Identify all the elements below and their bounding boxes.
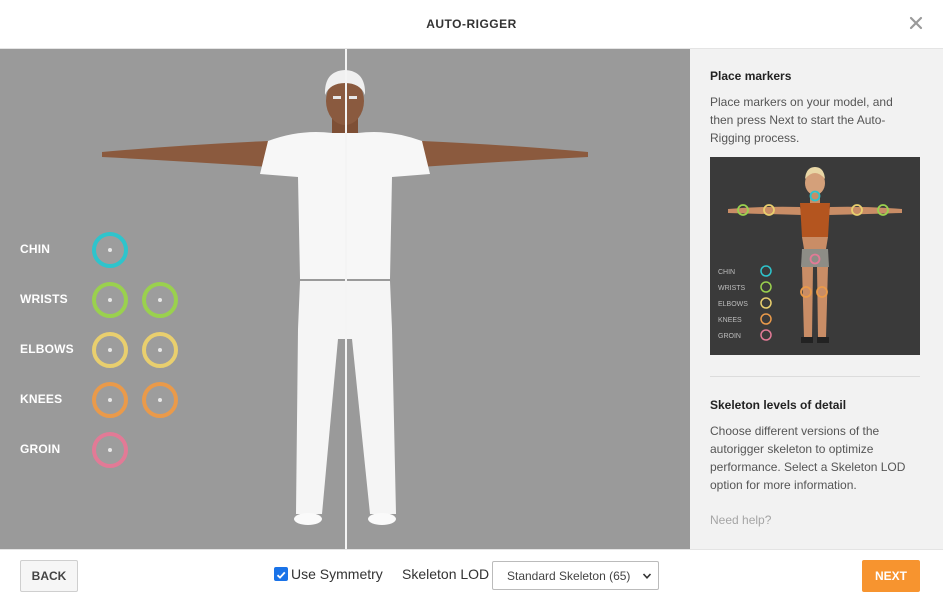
marker-label-groin: GROIN xyxy=(20,442,61,456)
preview-legend-wrists: WRISTS xyxy=(718,285,746,292)
skeleton-lod-select[interactable]: Standard Skeleton (65) xyxy=(492,561,659,590)
next-button[interactable]: NEXT xyxy=(862,560,920,592)
preview-legend-chin: CHIN xyxy=(718,269,735,276)
wrist-marker-left[interactable] xyxy=(92,282,128,318)
symmetry-line[interactable] xyxy=(345,49,347,549)
knee-marker-right[interactable] xyxy=(142,382,178,418)
knee-marker-left[interactable] xyxy=(92,382,128,418)
chin-marker[interactable] xyxy=(92,232,128,268)
symmetry-label: Use Symmetry xyxy=(291,566,383,582)
marker-row-knees: KNEES xyxy=(0,380,200,420)
place-markers-text: Place markers on your model, and then pr… xyxy=(710,95,893,145)
symmetry-checkbox[interactable] xyxy=(274,567,288,581)
dialog-title: AUTO-RIGGER xyxy=(426,17,517,31)
preview-legend-knees: KNEES xyxy=(718,317,742,324)
section-divider xyxy=(710,376,920,377)
skeleton-lod-text: Choose different versions of the autorig… xyxy=(710,424,906,492)
elbow-marker-right[interactable] xyxy=(142,332,178,368)
need-help-link[interactable]: Need help? xyxy=(710,513,771,527)
marker-row-chin: CHIN xyxy=(0,230,200,270)
close-icon[interactable] xyxy=(907,14,925,32)
marker-label-chin: CHIN xyxy=(20,242,51,256)
skeleton-lod-value: Standard Skeleton (65) xyxy=(507,569,631,583)
marker-row-elbows: ELBOWS xyxy=(0,330,200,370)
marker-label-knees: KNEES xyxy=(20,392,63,406)
back-button[interactable]: BACK xyxy=(20,560,78,592)
preview-legend-groin: GROIN xyxy=(718,333,741,340)
marker-preview-image: CHIN WRISTS ELBOWS KNEES GROIN xyxy=(710,157,920,355)
dialog-footer: BACK Use Symmetry Skeleton LOD Standard … xyxy=(0,549,943,602)
groin-marker[interactable] xyxy=(92,432,128,468)
dialog-header: AUTO-RIGGER xyxy=(0,0,943,49)
chevron-down-icon xyxy=(642,573,652,579)
instructions-panel: Place markers Place markers on your mode… xyxy=(690,49,943,549)
marker-row-groin: GROIN xyxy=(0,430,200,470)
marker-row-wrists: WRISTS xyxy=(0,280,200,320)
marker-label-elbows: ELBOWS xyxy=(20,342,74,356)
skeleton-lod-label: Skeleton LOD xyxy=(402,566,490,582)
marker-label-wrists: WRISTS xyxy=(20,292,68,306)
checkmark-icon xyxy=(276,571,286,579)
place-markers-title: Place markers xyxy=(710,69,792,83)
wrist-marker-right[interactable] xyxy=(142,282,178,318)
elbow-marker-left[interactable] xyxy=(92,332,128,368)
skeleton-lod-title: Skeleton levels of detail xyxy=(710,398,847,412)
preview-legend-elbows: ELBOWS xyxy=(718,301,748,308)
